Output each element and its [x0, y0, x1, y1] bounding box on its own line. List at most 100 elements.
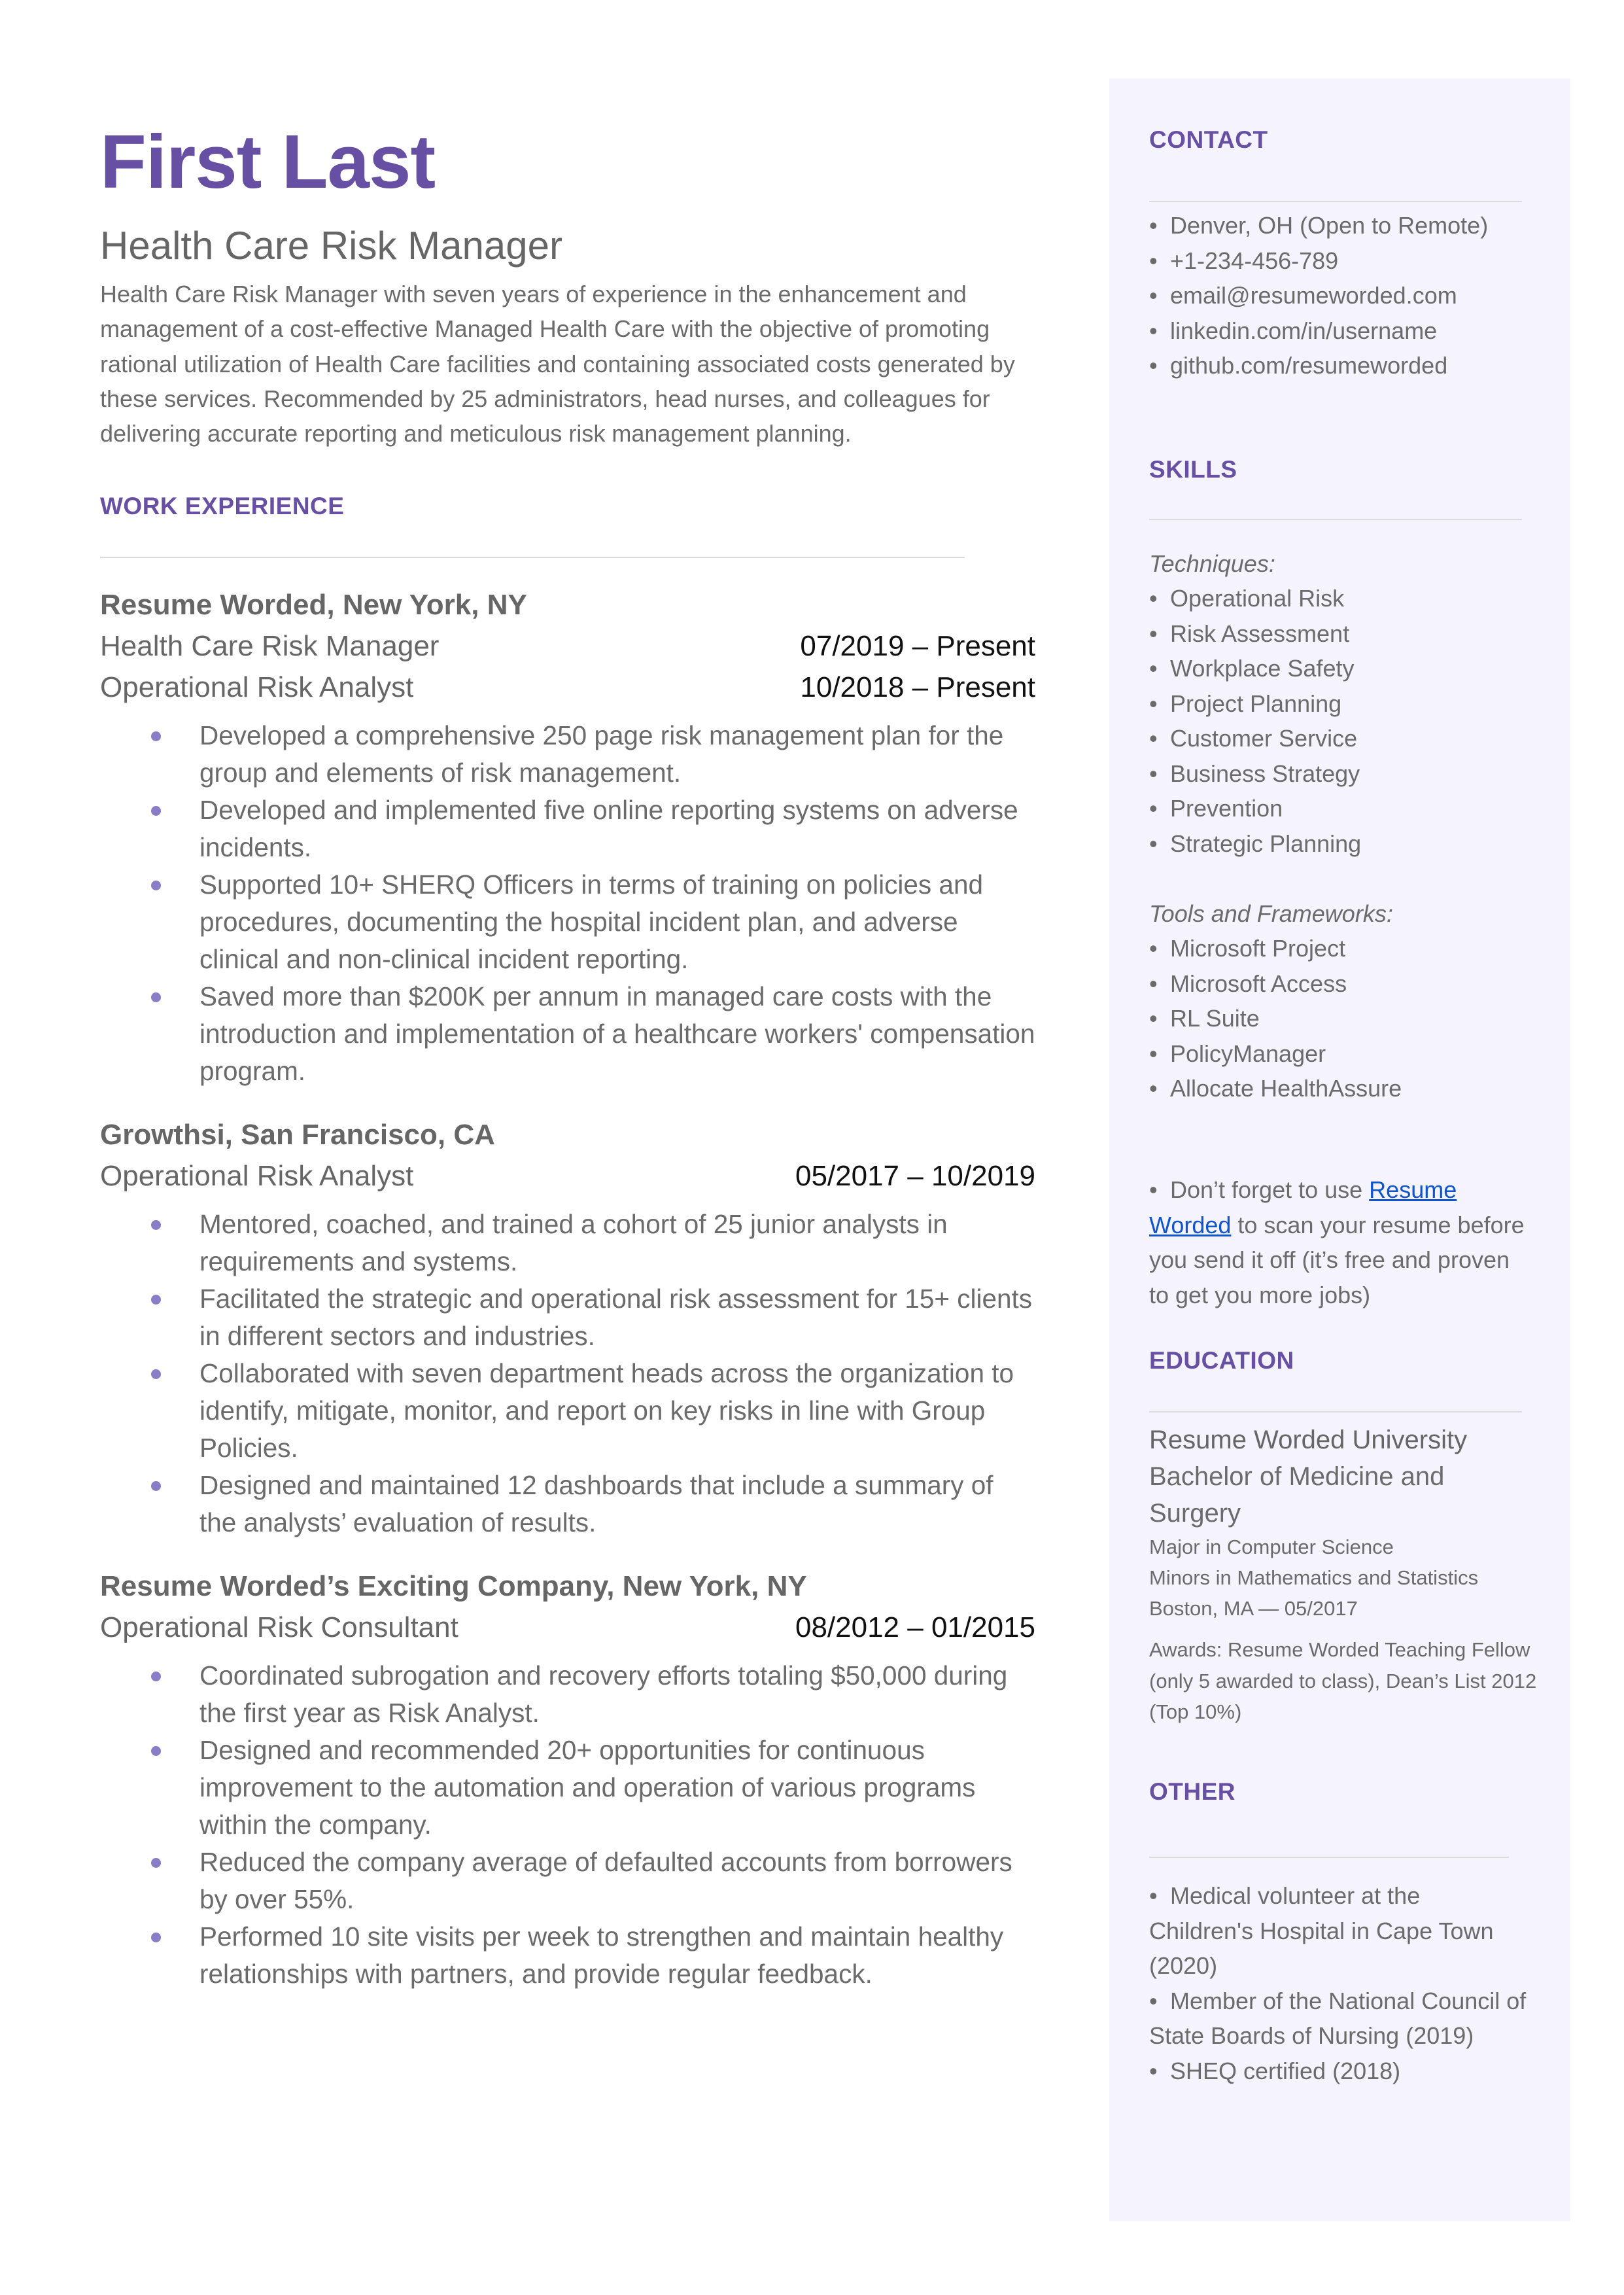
- skill-item: • Prevention: [1149, 791, 1542, 826]
- skill-item: • Project Planning: [1149, 686, 1542, 722]
- bullet-icon: •: [1149, 655, 1158, 682]
- candidate-name: First Last: [100, 119, 436, 204]
- bullet-icon: •: [1149, 935, 1158, 962]
- bullet-dot-icon: [151, 881, 161, 890]
- job-role-row: Operational Risk Consultant 08/2012 – 01…: [100, 1607, 1035, 1648]
- tool-item: • Microsoft Project: [1149, 931, 1542, 966]
- job-bullet: Performed 10 site visits per week to str…: [100, 1918, 1035, 1993]
- bullet-dot-icon: [151, 992, 161, 1002]
- resume-worded-note: • Don’t forget to use Resume Worded to sc…: [1149, 1172, 1529, 1312]
- job-bullet-text: Developed and implemented five online re…: [199, 795, 1018, 862]
- job-role-row: Operational Risk Analyst 05/2017 – 10/20…: [100, 1155, 1035, 1197]
- job-bullet-text: Performed 10 site visits per week to str…: [199, 1921, 1004, 1989]
- bullet-icon: •: [1149, 970, 1158, 997]
- bullet-icon: •: [1149, 795, 1158, 822]
- job-bullet-text: Saved more than $200K per annum in manag…: [199, 981, 1035, 1086]
- job-bullet: Coordinated subrogation and recovery eff…: [100, 1657, 1035, 1732]
- bullet-icon: •: [1149, 282, 1158, 309]
- other-item: • Medical volunteer at the Children's Hos…: [1149, 1878, 1529, 1984]
- skill-item: • Workplace Safety: [1149, 651, 1542, 686]
- work-experience-divider: [100, 557, 965, 558]
- bullet-icon: •: [1149, 585, 1158, 612]
- bullet-icon: •: [1149, 1075, 1158, 1102]
- job-role: Operational Risk Consultant: [100, 1611, 458, 1643]
- note-text: Don’t forget to use: [1170, 1176, 1370, 1203]
- job-bullet-text: Mentored, coached, and trained a cohort …: [199, 1209, 948, 1276]
- bullet-icon: •: [1149, 620, 1158, 647]
- education-awards: Awards: Resume Worded Teaching Fellow (o…: [1149, 1638, 1537, 1723]
- tool-item: • Microsoft Access: [1149, 966, 1542, 1002]
- job-bullets: Coordinated subrogation and recovery eff…: [100, 1657, 1035, 1993]
- education-entry: Resume Worded University Bachelor of Med…: [1149, 1422, 1542, 1728]
- job-dates: 10/2018 – Present: [800, 671, 1035, 703]
- job-bullet: Collaborated with seven department heads…: [100, 1355, 1035, 1467]
- sidebar: CONTACT • Denver, OH (Open to Remote) • +1…: [1109, 79, 1570, 2221]
- job-company: Resume Worded’s Exciting Company, New Yo…: [100, 1570, 807, 1602]
- job-bullet: Developed a comprehensive 250 page risk …: [100, 717, 1035, 792]
- job-company: Growthsi, San Francisco, CA: [100, 1119, 495, 1151]
- techniques-label: Techniques:: [1149, 550, 1275, 577]
- job-bullet-text: Coordinated subrogation and recovery eff…: [199, 1660, 1008, 1728]
- other-item: • SHEQ certified (2018): [1149, 2054, 1529, 2089]
- bullet-icon: •: [1149, 317, 1158, 344]
- contact-heading: CONTACT: [1149, 126, 1268, 153]
- education-location-date: Boston, MA — 05/2017: [1149, 1597, 1358, 1620]
- techniques-list: • Operational Risk • Risk Assessment • Work…: [1149, 581, 1542, 861]
- education-school: Resume Worded University: [1149, 1426, 1468, 1454]
- contact-phone[interactable]: • +1-234-456-789: [1149, 243, 1542, 279]
- job-bullet-text: Collaborated with seven department heads…: [199, 1358, 1014, 1463]
- bullet-icon: •: [1149, 1005, 1158, 1032]
- job-company: Resume Worded, New York, NY: [100, 589, 527, 621]
- contact-divider: [1149, 201, 1522, 202]
- tools-label: Tools and Frameworks:: [1149, 900, 1393, 927]
- contact-linkedin[interactable]: • linkedin.com/in/username: [1149, 313, 1542, 349]
- tools-list: • Microsoft Project • Microsoft Access • RL…: [1149, 931, 1542, 1106]
- job-bullet: Facilitated the strategic and operationa…: [100, 1280, 1035, 1355]
- tool-item: • PolicyManager: [1149, 1036, 1542, 1072]
- bullet-dot-icon: [151, 1295, 161, 1305]
- skills-heading: SKILLS: [1149, 456, 1237, 483]
- tool-item: • Allocate HealthAssure: [1149, 1071, 1542, 1106]
- contact-location: • Denver, OH (Open to Remote): [1149, 208, 1542, 243]
- job-role: Operational Risk Analyst: [100, 671, 414, 703]
- job-bullet: Saved more than $200K per annum in manag…: [100, 978, 1035, 1090]
- job-role: Operational Risk Analyst: [100, 1160, 414, 1192]
- skill-item: • Business Strategy: [1149, 756, 1542, 792]
- contact-github[interactable]: • github.com/resumeworded: [1149, 348, 1542, 383]
- bullet-icon: •: [1149, 1176, 1158, 1203]
- job-bullet-text: Reduced the company average of defaulted…: [199, 1847, 1012, 1914]
- bullet-icon: •: [1149, 2057, 1158, 2084]
- bullet-dot-icon: [151, 731, 161, 741]
- candidate-title: Health Care Risk Manager: [100, 224, 562, 268]
- skill-item: • Operational Risk: [1149, 581, 1542, 616]
- contact-list: • Denver, OH (Open to Remote) • +1-234-456…: [1149, 208, 1542, 383]
- bullet-icon: •: [1149, 247, 1158, 274]
- job-entry: Resume Worded, New York, NY Health Care …: [100, 585, 1035, 1090]
- skill-item: • Risk Assessment: [1149, 616, 1542, 652]
- bullet-dot-icon: [151, 1220, 161, 1230]
- skill-item: • Customer Service: [1149, 721, 1542, 756]
- skills-divider: [1149, 519, 1522, 520]
- bullet-icon: •: [1149, 725, 1158, 752]
- job-dates: 07/2019 – Present: [800, 630, 1035, 662]
- bullet-dot-icon: [151, 1858, 161, 1868]
- tool-item: • RL Suite: [1149, 1001, 1542, 1036]
- bullet-icon: •: [1149, 1882, 1158, 1909]
- other-divider: [1149, 1857, 1509, 1858]
- other-item: • Member of the National Council of State…: [1149, 1984, 1529, 2054]
- job-bullet: Developed and implemented five online re…: [100, 792, 1035, 866]
- job-bullet: Designed and maintained 12 dashboards th…: [100, 1467, 1035, 1541]
- job-dates: 08/2012 – 01/2015: [795, 1611, 1035, 1643]
- job-role-row: Health Care Risk Manager 07/2019 – Prese…: [100, 625, 1035, 667]
- job-dates: 05/2017 – 10/2019: [795, 1160, 1035, 1192]
- job-role: Health Care Risk Manager: [100, 630, 440, 662]
- bullet-icon: •: [1149, 1987, 1158, 2014]
- other-heading: OTHER: [1149, 1778, 1235, 1805]
- contact-email[interactable]: • email@resumeworded.com: [1149, 278, 1542, 313]
- bullet-icon: •: [1149, 830, 1158, 857]
- job-bullet-text: Designed and recommended 20+ opportuniti…: [199, 1735, 976, 1840]
- bullet-dot-icon: [151, 1746, 161, 1756]
- education-divider: [1149, 1411, 1522, 1412]
- job-bullet-text: Designed and maintained 12 dashboards th…: [199, 1470, 993, 1537]
- education-heading: EDUCATION: [1149, 1347, 1294, 1374]
